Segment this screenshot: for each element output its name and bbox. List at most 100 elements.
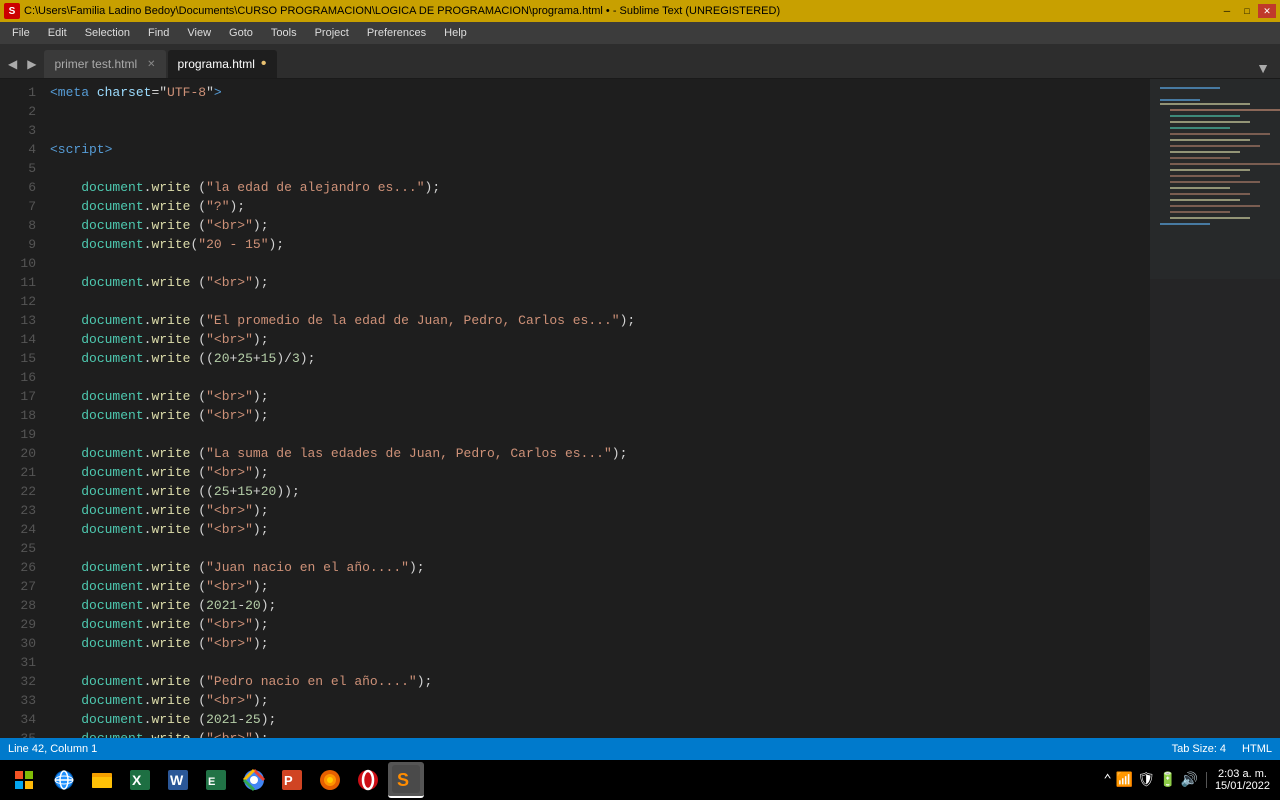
code-line-13: document.write ("El promedio de la edad …: [50, 311, 1142, 330]
tab-next-button[interactable]: ▶: [23, 55, 40, 73]
menu-help[interactable]: Help: [436, 25, 475, 41]
code-line-32: document.write ("Pedro nacio en el año..…: [50, 672, 1142, 691]
excel2-icon: E: [204, 768, 228, 792]
taskbar-word-button[interactable]: W: [160, 762, 196, 798]
line-num-31: 31: [0, 653, 36, 672]
code-line-1: <meta charset="UTF-8">: [50, 83, 1142, 102]
code-line-18: document.write ("<br>");: [50, 406, 1142, 425]
menu-project[interactable]: Project: [307, 25, 357, 41]
clock-date: 15/01/2022: [1215, 780, 1270, 792]
menu-find[interactable]: Find: [140, 25, 177, 41]
menu-tools[interactable]: Tools: [263, 25, 305, 41]
menu-bar: File Edit Selection Find View Goto Tools…: [0, 22, 1280, 44]
tray-shield-icon: 🛡: [1137, 772, 1155, 789]
minimap-svg: [1150, 79, 1280, 738]
line-num-5: 5: [0, 159, 36, 178]
taskbar-excel-button[interactable]: X: [122, 762, 158, 798]
status-position: Line 42, Column 1: [8, 743, 97, 755]
close-button[interactable]: ✕: [1258, 4, 1276, 18]
svg-text:P: P: [284, 773, 293, 788]
menu-view[interactable]: View: [179, 25, 219, 41]
windows-icon: [15, 771, 33, 789]
taskbar-ppt-button[interactable]: P: [274, 762, 310, 798]
line-num-7: 7: [0, 197, 36, 216]
svg-text:W: W: [170, 772, 184, 788]
line-num-8: 8: [0, 216, 36, 235]
start-button[interactable]: [4, 760, 44, 800]
svg-text:X: X: [132, 772, 142, 788]
line-num-16: 16: [0, 368, 36, 387]
taskbar-opera-button[interactable]: [350, 762, 386, 798]
tray-divider: [1206, 772, 1207, 788]
line-num-33: 33: [0, 691, 36, 710]
tray-up-arrow[interactable]: ⌃: [1103, 772, 1111, 789]
taskbar-chrome-button[interactable]: [236, 762, 272, 798]
code-line-34: document.write (2021-25);: [50, 710, 1142, 729]
status-right: Tab Size: 4 HTML: [1172, 743, 1272, 755]
code-line-31: [50, 653, 1142, 672]
line-num-28: 28: [0, 596, 36, 615]
menu-file[interactable]: File: [4, 25, 38, 41]
code-line-19: [50, 425, 1142, 444]
svg-text:E: E: [208, 776, 215, 788]
tray-signal-icon: 📶: [1116, 772, 1133, 789]
tab-programa[interactable]: programa.html •: [168, 50, 277, 78]
menu-edit[interactable]: Edit: [40, 25, 75, 41]
taskbar-excel2-button[interactable]: E: [198, 762, 234, 798]
maximize-button[interactable]: □: [1238, 4, 1256, 18]
code-line-30: document.write ("<br>");: [50, 634, 1142, 653]
code-line-4: <script>: [50, 140, 1142, 159]
code-line-7: document.write ("?");: [50, 197, 1142, 216]
tray-icons: ⌃ 📶 🛡 🔋 🔊: [1103, 772, 1198, 789]
tab-modified-dot: •: [261, 56, 267, 72]
tab-close-icon[interactable]: ✕: [147, 59, 155, 70]
code-line-24: document.write ("<br>");: [50, 520, 1142, 539]
sublime-icon: S: [392, 765, 420, 793]
line-num-11: 11: [0, 273, 36, 292]
minimize-button[interactable]: ─: [1218, 4, 1236, 18]
line-num-4: 4: [0, 140, 36, 159]
code-line-33: document.write ("<br>");: [50, 691, 1142, 710]
line-num-23: 23: [0, 501, 36, 520]
line-num-1: 1: [0, 83, 36, 102]
tray-battery-icon: 🔋: [1159, 772, 1176, 789]
tab-prev-button[interactable]: ◀: [4, 55, 21, 73]
taskbar-explorer-button[interactable]: [84, 762, 120, 798]
menu-selection[interactable]: Selection: [77, 25, 138, 41]
tab-primer-test[interactable]: primer test.html ✕: [44, 50, 165, 78]
code-area[interactable]: <meta charset="UTF-8"> <script> document…: [42, 79, 1150, 738]
line-num-20: 20: [0, 444, 36, 463]
tab-navigation: ◀ ▶: [4, 50, 40, 78]
code-line-11: document.write ("<br>");: [50, 273, 1142, 292]
chrome-icon: [242, 768, 266, 792]
clock[interactable]: 2:03 a. m. 15/01/2022: [1215, 768, 1270, 792]
line-num-32: 32: [0, 672, 36, 691]
code-line-14: document.write ("<br>");: [50, 330, 1142, 349]
line-num-25: 25: [0, 539, 36, 558]
line-num-27: 27: [0, 577, 36, 596]
tab-label: primer test.html: [54, 57, 137, 71]
firefox-icon: [318, 768, 342, 792]
menu-preferences[interactable]: Preferences: [359, 25, 434, 41]
opera-icon: [356, 768, 380, 792]
window-controls: ─ □ ✕: [1218, 4, 1276, 18]
taskbar-sublime-button[interactable]: S: [388, 762, 424, 798]
taskbar: X W E P: [0, 760, 1280, 800]
word-icon: W: [166, 768, 190, 792]
code-line-35: document.write ("<br>");: [50, 729, 1142, 738]
app-icon: S: [4, 3, 20, 19]
code-line-3: [50, 121, 1142, 140]
code-line-21: document.write ("<br>");: [50, 463, 1142, 482]
code-line-2: [50, 102, 1142, 121]
code-line-5: [50, 159, 1142, 178]
line-num-9: 9: [0, 235, 36, 254]
system-tray: ⌃ 📶 🛡 🔋 🔊 2:03 a. m. 15/01/2022: [1097, 768, 1276, 792]
menu-goto[interactable]: Goto: [221, 25, 261, 41]
taskbar-ie-button[interactable]: [46, 762, 82, 798]
tab-dropdown-button[interactable]: ▼: [1250, 58, 1276, 78]
excel-icon: X: [128, 768, 152, 792]
tab-bar: ◀ ▶ primer test.html ✕ programa.html • ▼: [0, 44, 1280, 79]
taskbar-firefox-button[interactable]: [312, 762, 348, 798]
code-line-20: document.write ("La suma de las edades d…: [50, 444, 1142, 463]
line-num-26: 26: [0, 558, 36, 577]
